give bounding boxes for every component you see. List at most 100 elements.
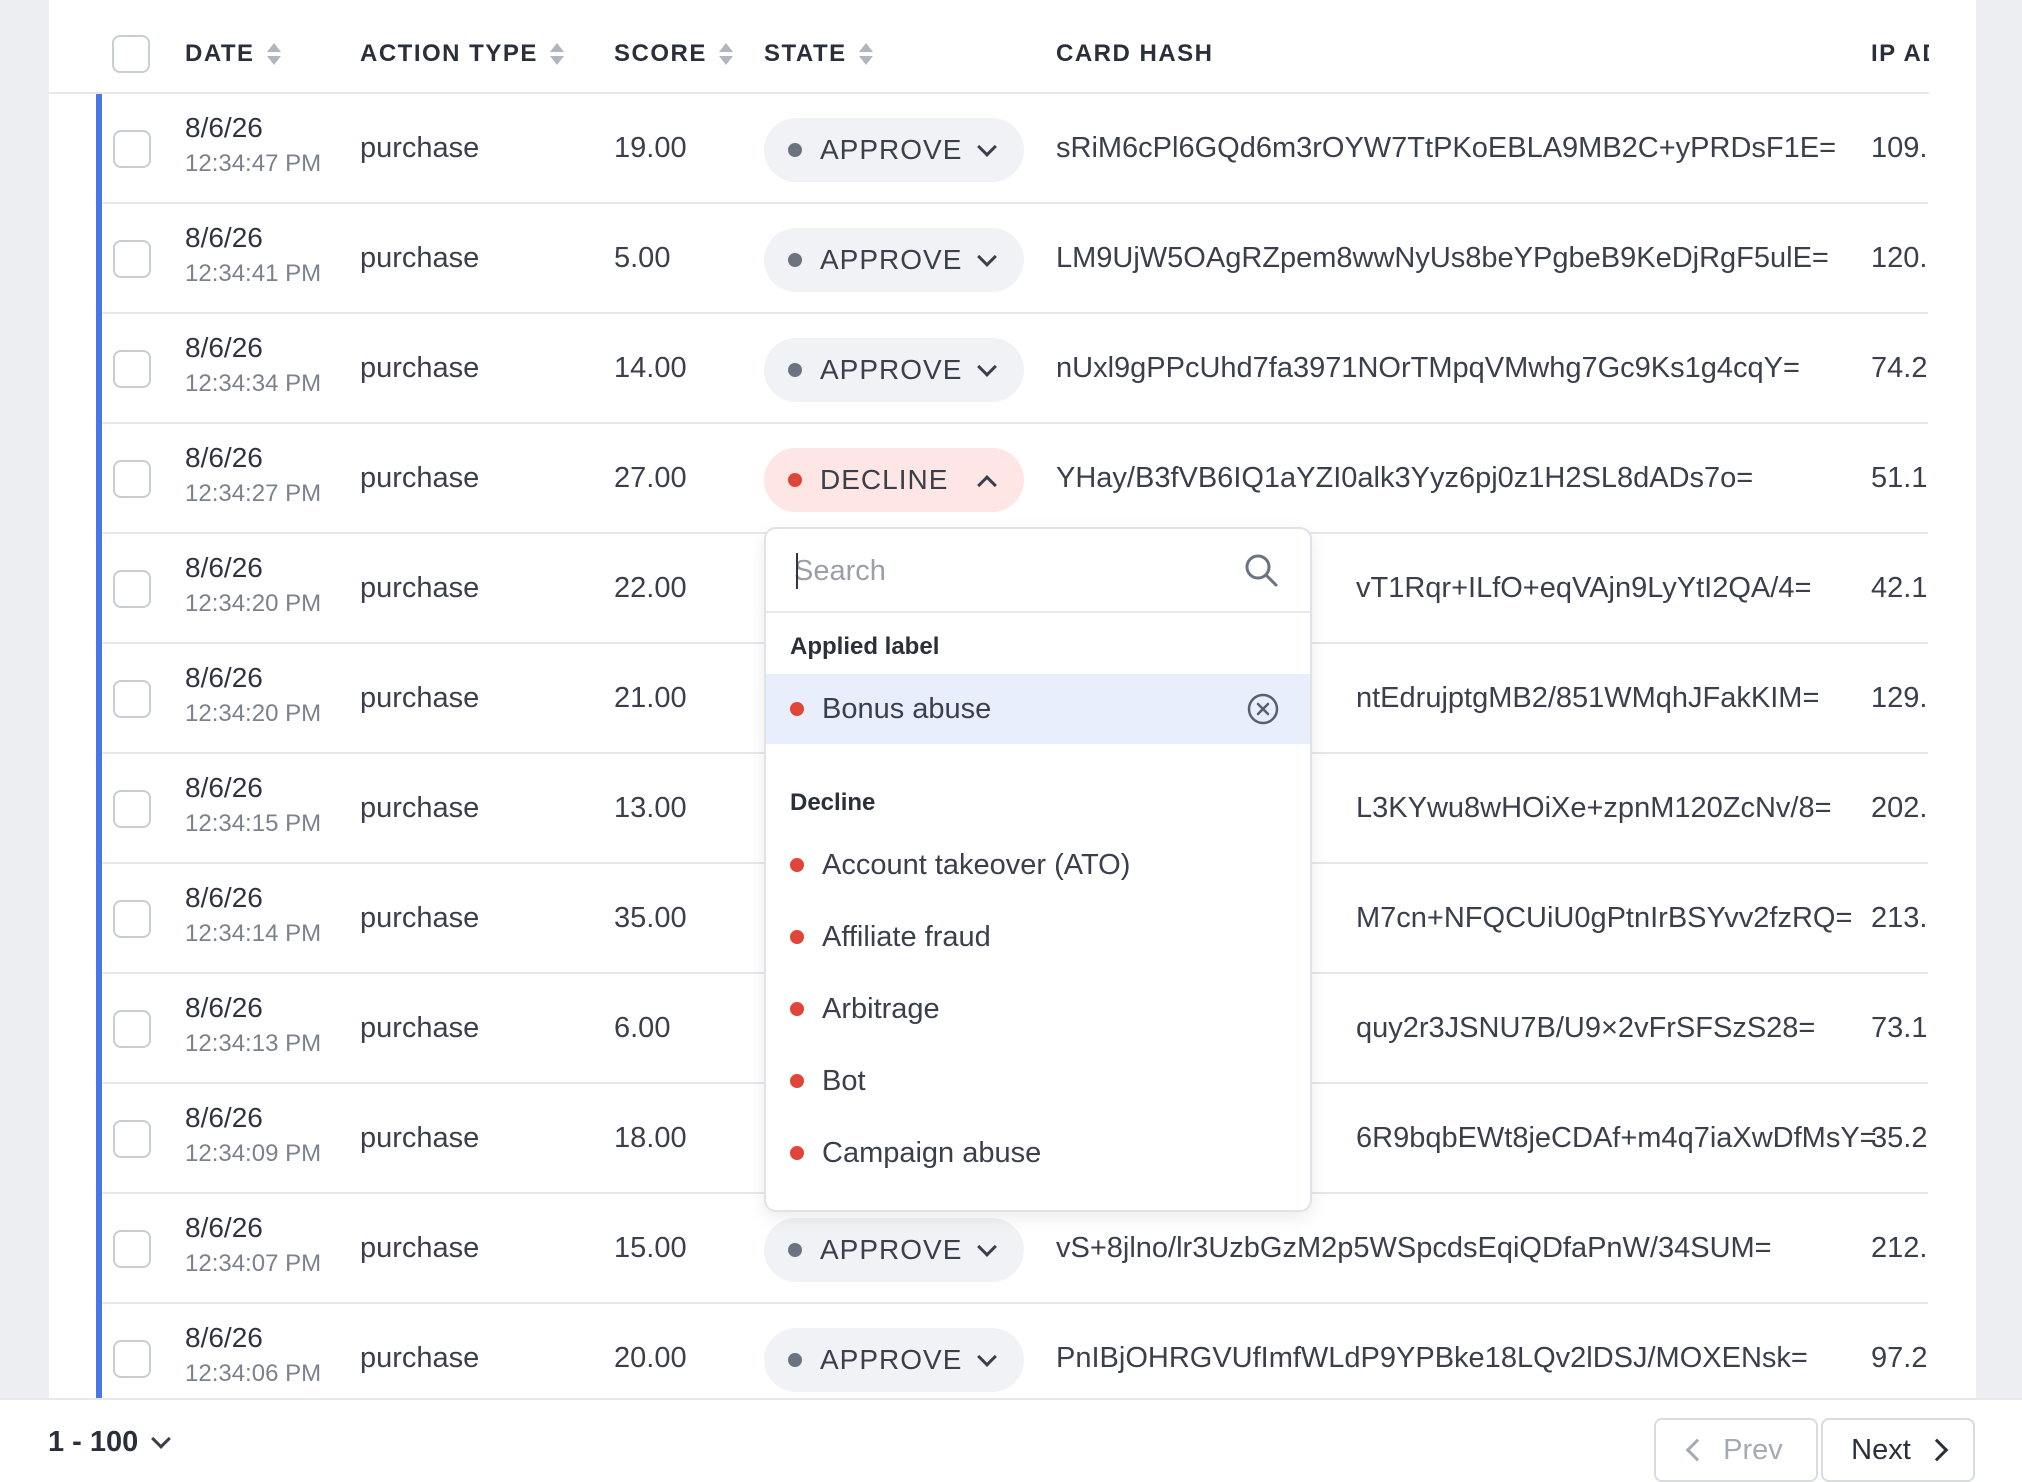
row-checkbox[interactable]	[113, 130, 151, 168]
row-accent-bar	[96, 1304, 102, 1398]
applied-label-heading: Applied label	[790, 633, 940, 660]
text-caret	[796, 553, 798, 589]
col-state-header[interactable]: STATE	[764, 40, 873, 68]
sort-icon	[549, 43, 564, 65]
state-select[interactable]: APPROVE	[764, 1218, 1024, 1282]
row-action-type: purchase	[360, 132, 480, 164]
label-dot	[790, 1002, 804, 1016]
row-checkbox[interactable]	[113, 790, 151, 828]
label-option[interactable]: Account takeover (ATO)	[766, 830, 1310, 900]
row-score: 5.00	[614, 242, 671, 274]
state-label: DECLINE	[820, 464, 949, 495]
label-option[interactable]: Campaign abuse	[766, 1118, 1310, 1188]
state-label: APPROVE	[820, 354, 963, 385]
label-option[interactable]: Arbitrage	[766, 974, 1310, 1044]
chevron-down-icon	[977, 1347, 997, 1367]
label-option[interactable]: Bot	[766, 1046, 1310, 1116]
state-select[interactable]: APPROVE	[764, 118, 1024, 182]
row-time: 12:34:06 PM	[185, 1360, 322, 1387]
col-ip-address-header: IP AD	[1871, 40, 1929, 67]
state-dot	[788, 363, 802, 377]
chevron-down-icon	[977, 137, 997, 157]
state-select-open[interactable]: DECLINE	[764, 448, 1024, 512]
state-select[interactable]: APPROVE	[764, 228, 1024, 292]
row-accent-bar	[96, 204, 102, 314]
row-time: 12:34:41 PM	[185, 260, 322, 287]
row-card-hash: YHay/B3fVB6IQ1aYZI0alk3Yyz6pj0z1H2SL8dAD…	[1056, 462, 1754, 494]
applied-label-item[interactable]: Bonus abuse	[766, 674, 1310, 744]
row-checkbox[interactable]	[113, 460, 151, 498]
row-checkbox[interactable]	[113, 240, 151, 278]
state-label: APPROVE	[820, 1344, 963, 1375]
page-range-select[interactable]: 1 - 100	[48, 1426, 172, 1459]
table-row[interactable]: 8/6/26 12:34:41 PM purchase 5.00 APPROVE…	[96, 204, 1928, 314]
row-date: 8/6/26	[185, 442, 263, 473]
row-card-hash: L3KYwu8wHOiXe+zpnM120ZcNv/8=	[1356, 792, 1832, 824]
row-accent-bar	[96, 1084, 102, 1194]
row-accent-bar	[96, 94, 102, 204]
row-checkbox[interactable]	[113, 1010, 151, 1048]
state-dot	[788, 143, 802, 157]
table-row[interactable]: 8/6/26 12:34:27 PM purchase 27.00 DECLIN…	[96, 424, 1928, 534]
col-action-type-header[interactable]: ACTION TYPE	[360, 40, 564, 68]
remove-label-icon[interactable]	[1246, 692, 1280, 726]
row-time: 12:34:13 PM	[185, 1030, 322, 1057]
row-action-type: purchase	[360, 1232, 480, 1264]
row-action-type: purchase	[360, 352, 480, 384]
chevron-down-icon	[977, 1237, 997, 1257]
row-score: 14.00	[614, 352, 687, 384]
row-checkbox[interactable]	[113, 350, 151, 388]
row-date: 8/6/26	[185, 772, 263, 803]
row-checkbox[interactable]	[113, 680, 151, 718]
row-date: 8/6/26	[185, 1322, 263, 1353]
state-select[interactable]: APPROVE	[764, 338, 1024, 402]
table-row[interactable]: 8/6/26 12:34:34 PM purchase 14.00 APPROV…	[96, 314, 1928, 424]
search-icon	[1245, 554, 1278, 587]
col-date-header[interactable]: DATE	[185, 40, 281, 68]
row-card-hash: sRiM6cPl6GQd6m3rOYW7TtPKoEBLA9MB2C+yPRDs…	[1056, 132, 1837, 164]
row-card-hash: M7cn+NFQCUiU0gPtnIrBSYvv2fzRQ=	[1356, 902, 1853, 934]
next-page-button[interactable]: Next	[1821, 1418, 1975, 1482]
row-ip-address: 74.2	[1871, 352, 1928, 384]
label-dot	[790, 930, 804, 944]
row-score: 21.00	[614, 682, 687, 714]
table-row[interactable]: 8/6/26 12:34:06 PM purchase 20.00 APPROV…	[96, 1304, 1928, 1398]
col-score-header[interactable]: SCORE	[614, 40, 733, 68]
row-checkbox[interactable]	[113, 1120, 151, 1158]
row-card-hash: vT1Rqr+ILfO+eqVAjn9LyYtI2QA/4=	[1356, 572, 1812, 604]
row-time: 12:34:09 PM	[185, 1140, 322, 1167]
row-checkbox[interactable]	[113, 1340, 151, 1378]
row-checkbox[interactable]	[113, 570, 151, 608]
row-action-type: purchase	[360, 462, 480, 494]
row-ip-address: 109.1	[1871, 132, 1928, 164]
table-header: DATE ACTION TYPE SCORE STATE CARD HASH I…	[49, 0, 1929, 94]
select-all-checkbox[interactable]	[112, 35, 150, 73]
sort-icon	[266, 43, 281, 65]
prev-page-button[interactable]: Prev	[1654, 1418, 1818, 1482]
row-date: 8/6/26	[185, 552, 263, 583]
row-ip-address: 73.18	[1871, 1012, 1928, 1044]
row-checkbox[interactable]	[113, 900, 151, 938]
row-date: 8/6/26	[185, 1102, 263, 1133]
decline-heading: Decline	[790, 789, 876, 816]
row-time: 12:34:47 PM	[185, 150, 322, 177]
row-date: 8/6/26	[185, 882, 263, 913]
row-checkbox[interactable]	[113, 1230, 151, 1268]
label-dot	[790, 858, 804, 872]
applied-label-text: Bonus abuse	[822, 692, 992, 725]
table-row[interactable]: 8/6/26 12:34:47 PM purchase 19.00 APPROV…	[96, 94, 1928, 204]
state-dot	[788, 473, 802, 487]
row-ip-address: 129.	[1871, 682, 1928, 714]
row-accent-bar	[96, 864, 102, 974]
search-input[interactable]	[794, 549, 1224, 593]
label-option[interactable]: Affiliate fraud	[766, 902, 1310, 972]
state-label: APPROVE	[820, 134, 963, 165]
state-label-dropdown: Applied label Bonus abuse Decline Accoun…	[764, 527, 1312, 1212]
row-time: 12:34:20 PM	[185, 700, 322, 727]
state-select[interactable]: APPROVE	[764, 1328, 1024, 1392]
row-time: 12:34:15 PM	[185, 810, 322, 837]
transactions-panel: DATE ACTION TYPE SCORE STATE CARD HASH I…	[49, 0, 1976, 1398]
chevron-down-icon	[151, 1428, 172, 1449]
row-ip-address: 51.12	[1871, 462, 1928, 494]
row-accent-bar	[96, 644, 102, 754]
